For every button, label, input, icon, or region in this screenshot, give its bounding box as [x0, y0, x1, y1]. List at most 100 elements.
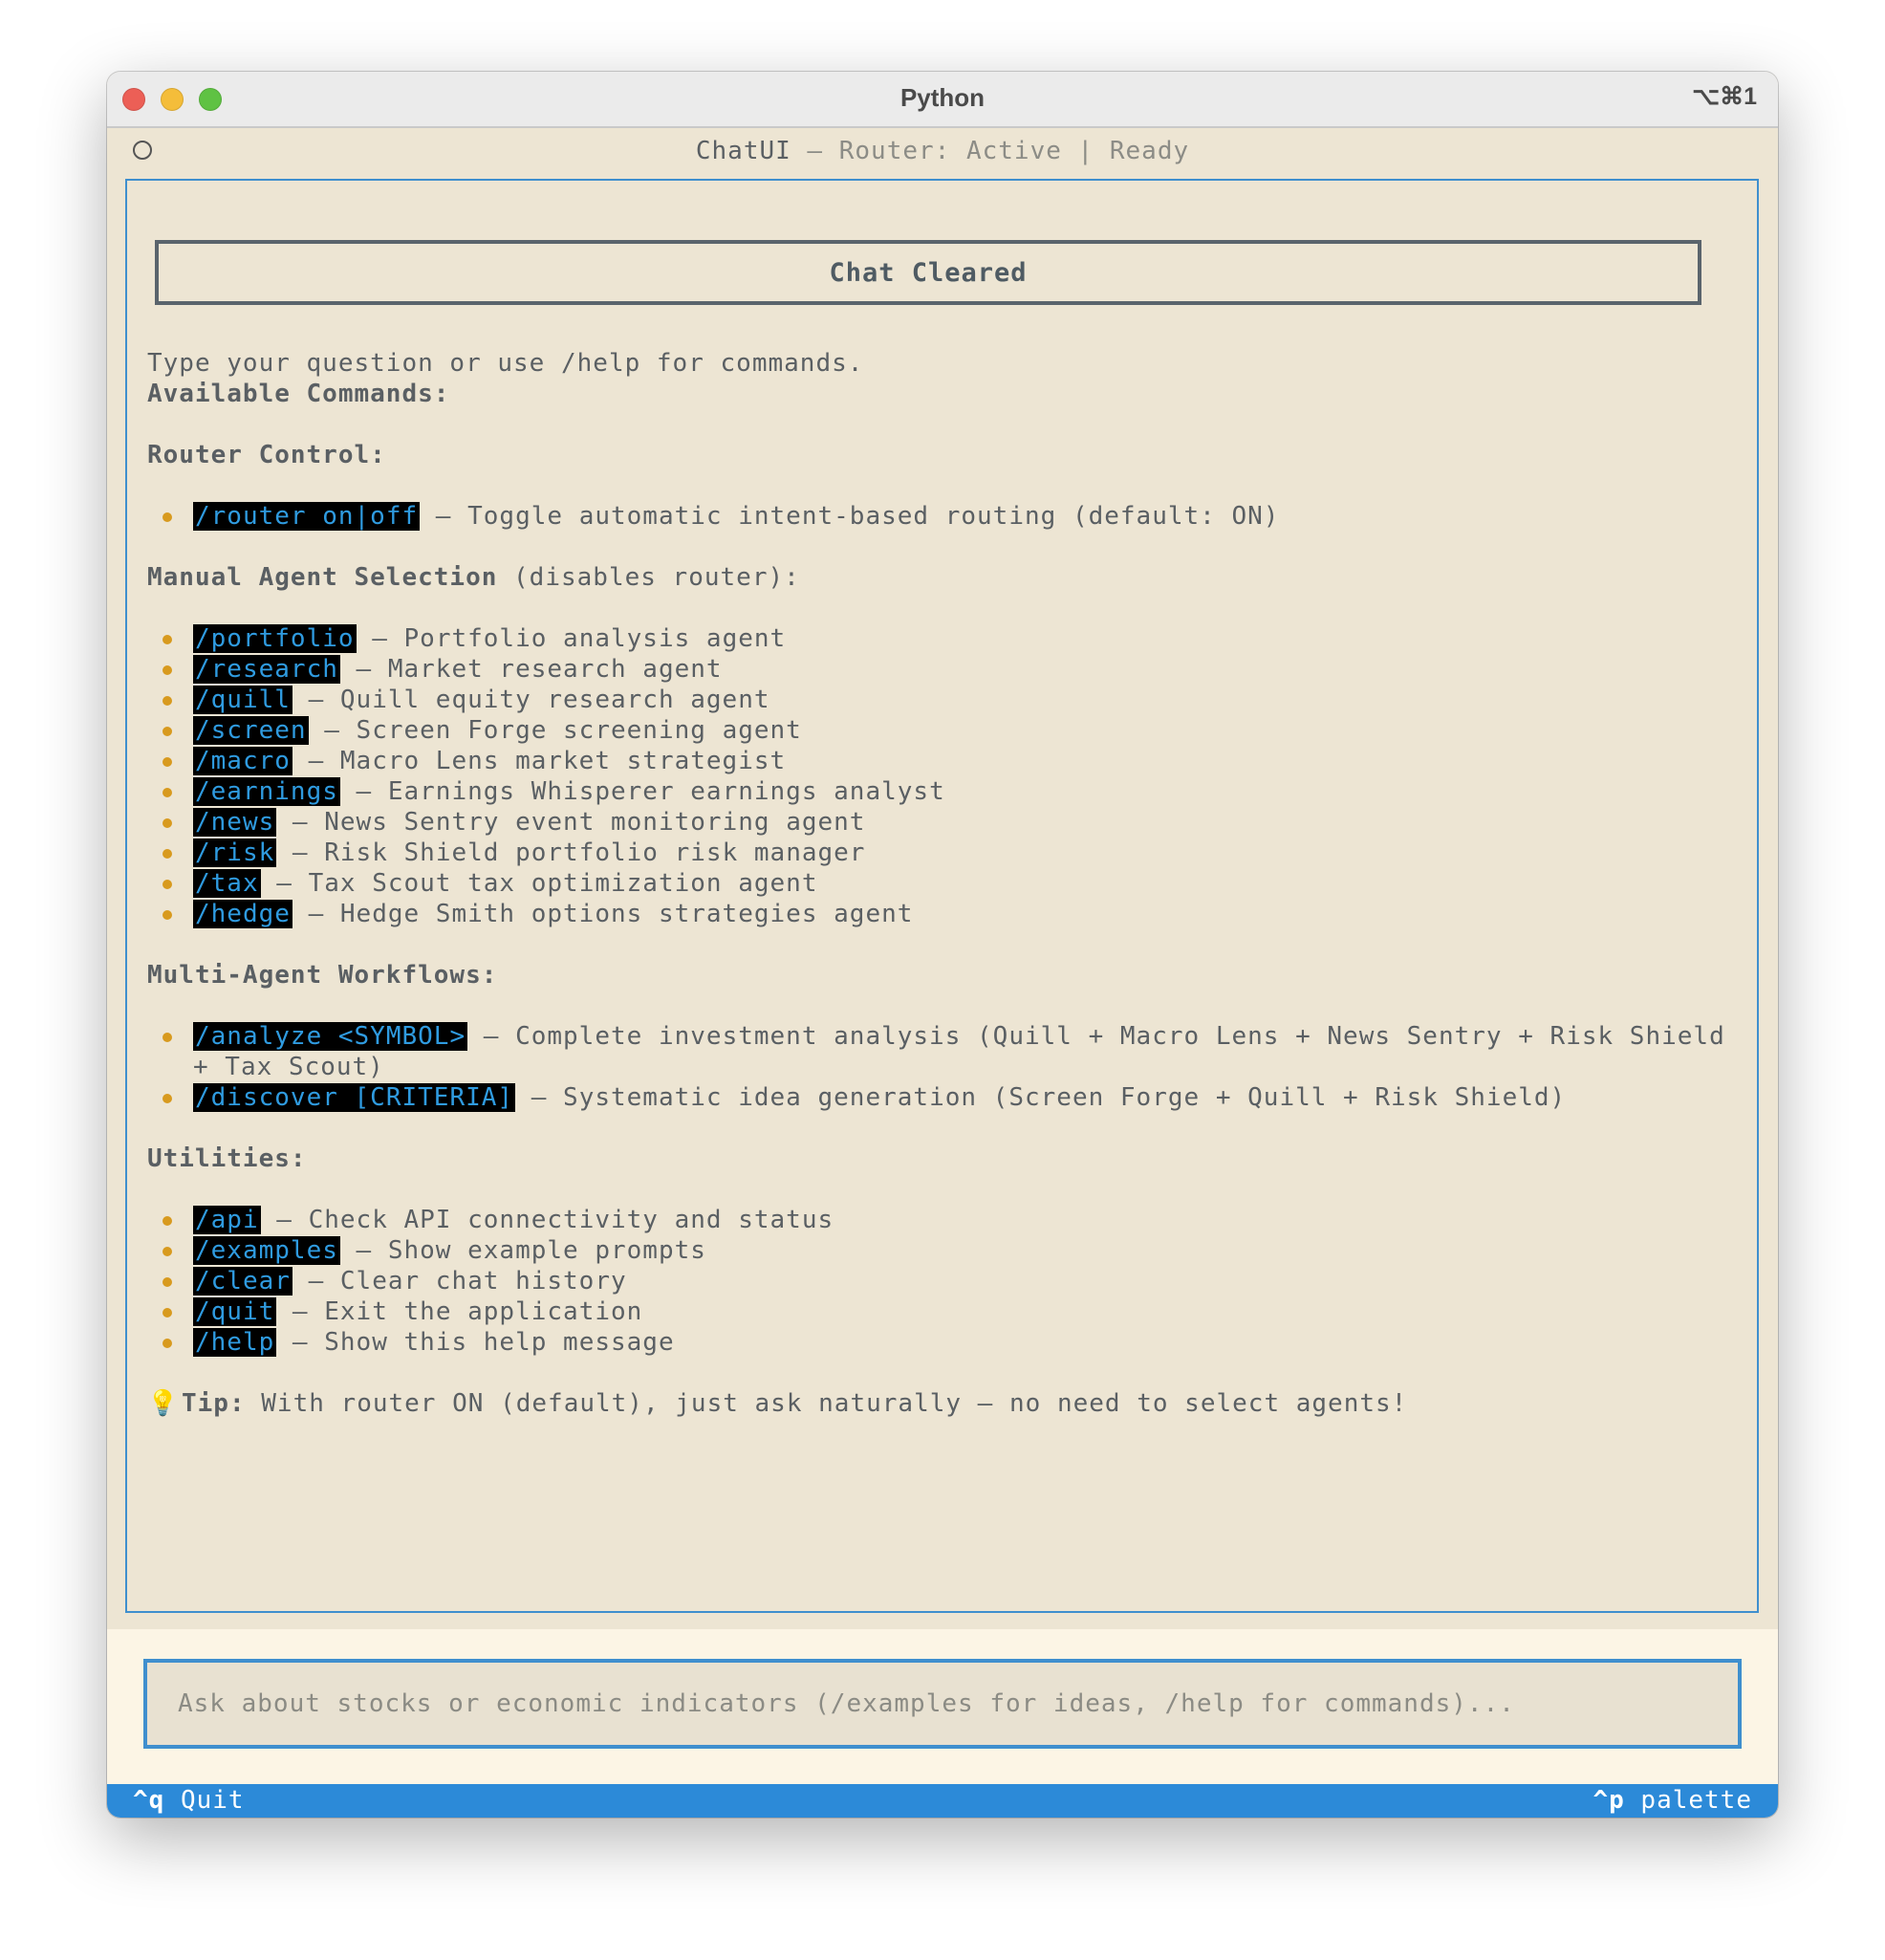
palette-shortcut[interactable]: ^p palette — [1592, 1784, 1752, 1818]
command-name: /examples — [193, 1236, 340, 1265]
bullet-icon — [162, 788, 172, 797]
command-description: – Exit the application — [276, 1297, 643, 1326]
command-description: – Systematic idea generation (Screen For… — [515, 1083, 1567, 1112]
command-description: – Market research agent — [339, 655, 723, 684]
bullet-icon — [162, 880, 172, 889]
command-item: /screen – Screen Forge screening agent — [147, 715, 1738, 746]
title-bar: Python ⌥⌘1 — [107, 72, 1778, 128]
command-name: /router on|off — [193, 502, 421, 531]
router-control-heading: Router Control: — [147, 441, 386, 469]
bullet-icon — [162, 849, 172, 859]
command-description: – Tax Scout tax optimization agent — [260, 869, 818, 898]
command-item: /router on|off – Toggle automatic intent… — [147, 501, 1738, 532]
intro-text: Type your question or use /help for comm… — [147, 349, 864, 378]
bullet-icon — [162, 1247, 172, 1256]
workflows-heading: Multi-Agent Workflows: — [147, 961, 498, 990]
command-item: /quit – Exit the application — [147, 1296, 1738, 1327]
command-description: – News Sentry event monitoring agent — [276, 808, 866, 837]
workflow-command-list: /analyze <SYMBOL> – Complete investment … — [147, 1021, 1738, 1113]
chat-input[interactable] — [143, 1659, 1742, 1749]
footer-bar: ^q Quit ^p palette — [107, 1784, 1778, 1818]
router-status: Router: Active | Ready — [838, 137, 1190, 165]
command-item: /help – Show this help message — [147, 1327, 1738, 1358]
quit-label: Quit — [164, 1786, 245, 1815]
command-description: – Check API connectivity and status — [260, 1206, 834, 1234]
app-name: ChatUI — [695, 137, 791, 165]
header-text: ChatUI — Router: Active | Ready — [107, 137, 1778, 165]
quit-shortcut[interactable]: ^q Quit — [133, 1784, 245, 1818]
command-description: – Hedge Smith options strategies agent — [292, 900, 914, 928]
command-description: – Macro Lens market strategist — [292, 747, 787, 775]
tip-label: Tip: — [182, 1389, 246, 1418]
commands-heading: Available Commands: — [147, 380, 450, 408]
bullet-icon — [162, 818, 172, 828]
utilities-heading: Utilities: — [147, 1144, 307, 1173]
command-description: – Screen Forge screening agent — [308, 716, 802, 745]
header-separator: — — [791, 137, 839, 165]
manual-agent-heading-note: (disables router): — [497, 563, 800, 592]
palette-label: palette — [1624, 1786, 1752, 1815]
quit-key: ^q — [133, 1786, 165, 1815]
bullet-icon — [162, 696, 172, 706]
bullet-icon — [162, 1277, 172, 1287]
bullet-icon — [162, 635, 172, 644]
command-item: /news – News Sentry event monitoring age… — [147, 807, 1738, 838]
tip-line: 💡 Tip: With router ON (default), just ask… — [147, 1388, 1738, 1419]
utility-command-list: /api – Check API connectivity and status… — [147, 1205, 1738, 1358]
command-description: – Quill equity research agent — [292, 686, 770, 714]
command-item: /hedge – Hedge Smith options strategies … — [147, 899, 1738, 929]
command-name: /research — [193, 655, 340, 684]
command-item: /quill – Quill equity research agent — [147, 685, 1738, 715]
bullet-icon — [162, 1216, 172, 1226]
command-name: /analyze <SYMBOL> — [193, 1022, 468, 1051]
command-description: – Toggle automatic intent-based routing … — [420, 502, 1280, 531]
bullet-icon — [162, 757, 172, 767]
terminal-window: Python ⌥⌘1 ChatUI — Router: Active | Rea… — [107, 72, 1778, 1818]
bullet-icon — [162, 512, 172, 522]
command-name: /news — [193, 808, 277, 837]
command-item: /earnings – Earnings Whisperer earnings … — [147, 776, 1738, 807]
command-name: /screen — [193, 716, 309, 745]
router-command-list: /router on|off – Toggle automatic intent… — [147, 501, 1738, 532]
bullet-icon — [162, 727, 172, 736]
command-description: – Show this help message — [276, 1328, 675, 1357]
command-item: /risk – Risk Shield portfolio risk manag… — [147, 838, 1738, 868]
bullet-icon — [162, 1308, 172, 1318]
chat-log[interactable]: Chat Cleared Type your question or use /… — [125, 179, 1759, 1613]
tip-text: With router ON (default), just ask natur… — [245, 1389, 1408, 1418]
command-item: /portfolio – Portfolio analysis agent — [147, 623, 1738, 654]
command-item: /analyze <SYMBOL> – Complete investment … — [147, 1021, 1738, 1082]
command-item: /clear – Clear chat history — [147, 1266, 1738, 1296]
agent-command-list: /portfolio – Portfolio analysis agent/re… — [147, 623, 1738, 929]
command-name: /help — [193, 1328, 277, 1357]
command-description: – Show example prompts — [339, 1236, 706, 1265]
command-name: /clear — [193, 1267, 292, 1296]
command-name: /risk — [193, 838, 277, 867]
manual-agent-heading: Manual Agent Selection (disables router)… — [147, 562, 1738, 593]
command-description: – Risk Shield portfolio risk manager — [276, 838, 866, 867]
help-message: Type your question or use /help for comm… — [147, 348, 1738, 1419]
command-item: /macro – Macro Lens market strategist — [147, 746, 1738, 776]
input-area — [107, 1629, 1778, 1784]
command-name: /quill — [193, 686, 292, 714]
bullet-icon — [162, 665, 172, 675]
command-description: – Earnings Whisperer earnings analyst — [339, 777, 945, 806]
command-item: /examples – Show example prompts — [147, 1235, 1738, 1266]
command-name: /quit — [193, 1297, 277, 1326]
command-name: /hedge — [193, 900, 292, 928]
app-header: ChatUI — Router: Active | Ready — [107, 128, 1778, 176]
command-name: /discover [CRITERIA] — [193, 1083, 516, 1112]
command-description: – Clear chat history — [292, 1267, 627, 1296]
manual-agent-heading-label: Manual Agent Selection — [147, 563, 498, 592]
window-shortcut: ⌥⌘1 — [1692, 83, 1757, 110]
command-item: /tax – Tax Scout tax optimization agent — [147, 868, 1738, 899]
command-name: /portfolio — [193, 624, 357, 653]
command-item: /discover [CRITERIA] – Systematic idea g… — [147, 1082, 1738, 1113]
lightbulb-icon: 💡 — [147, 1389, 180, 1418]
command-item: /api – Check API connectivity and status — [147, 1205, 1738, 1235]
command-name: /macro — [193, 747, 292, 775]
bullet-icon — [162, 1033, 172, 1042]
window-title: Python — [899, 83, 986, 112]
chat-cleared-banner: Chat Cleared — [155, 240, 1701, 305]
bullet-icon — [162, 1339, 172, 1348]
